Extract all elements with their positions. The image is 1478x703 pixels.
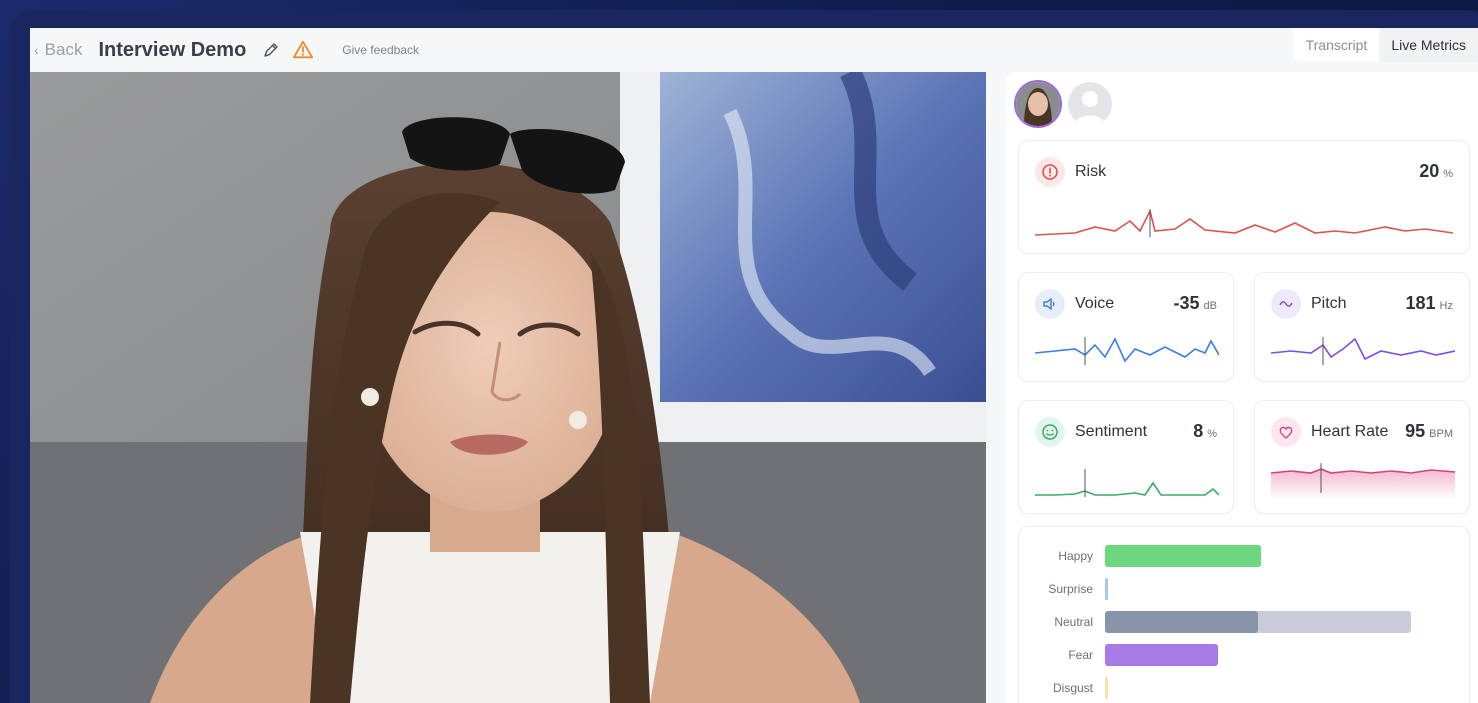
emotion-bar — [1105, 545, 1262, 567]
live-metrics-panel: Risk 20% Voice -35 dB Pitch 181 Hz Senti… — [1006, 72, 1478, 703]
sentiment-sparkline — [1035, 469, 1219, 497]
app-main: ‹ Back Interview Demo Give feedback Tran… — [30, 28, 1478, 703]
wave-icon — [1271, 289, 1301, 319]
smile-icon — [1035, 417, 1065, 447]
risk-card[interactable]: Risk 20% — [1018, 140, 1470, 254]
video-feed — [30, 72, 986, 703]
back-button[interactable]: ‹ Back — [34, 40, 82, 60]
risk-sparkline — [1035, 208, 1453, 237]
pencil-icon[interactable] — [262, 41, 280, 59]
chevron-left-icon: ‹ — [34, 42, 39, 58]
user-icon — [1074, 91, 1106, 126]
avatar[interactable] — [1014, 80, 1062, 128]
view-tabs: Transcript Live Metrics — [1293, 28, 1478, 62]
page-title: Interview Demo — [98, 38, 247, 61]
video-frame — [30, 72, 986, 703]
emotion-bar — [1105, 644, 1219, 666]
speaker-icon — [1035, 289, 1065, 319]
heart-rate-value: 95 BPM — [1405, 421, 1453, 441]
heart-rate-sparkline — [1271, 463, 1455, 499]
emotion-bar — [1105, 677, 1108, 699]
emotion-label: Surprise — [1048, 582, 1093, 596]
emotion-row-disgust: Disgust — [1019, 677, 1469, 699]
pitch-value: 181 Hz — [1405, 293, 1454, 313]
tab-live-metrics[interactable]: Live Metrics — [1379, 28, 1478, 62]
emotion-label: Fear — [1068, 648, 1093, 662]
voice-label: Voice — [1075, 295, 1115, 312]
sentiment-label: Sentiment — [1075, 423, 1148, 440]
participant-photo — [1016, 82, 1060, 126]
voice-card[interactable]: Voice -35 dB — [1018, 272, 1234, 382]
heart-icon — [1271, 417, 1301, 447]
risk-label: Risk — [1075, 163, 1107, 180]
emotion-row-happy: Happy — [1019, 545, 1469, 567]
participant-avatars — [1014, 80, 1112, 128]
give-feedback-link[interactable]: Give feedback — [342, 43, 419, 57]
emotion-bar — [1105, 578, 1109, 600]
alert-circle-icon — [1035, 157, 1065, 187]
emotion-label: Disgust — [1052, 681, 1093, 695]
sentiment-value: 8% — [1193, 421, 1217, 441]
pitch-label: Pitch — [1311, 295, 1347, 312]
emotion-row-neutral: Neutral — [1019, 611, 1469, 633]
avatar-placeholder[interactable] — [1068, 82, 1112, 126]
back-label: Back — [44, 40, 83, 59]
emotion-bar — [1105, 611, 1258, 633]
heart-rate-card[interactable]: Heart Rate 95 BPM — [1254, 400, 1470, 514]
emotion-label: Neutral — [1054, 615, 1093, 629]
risk-value: 20% — [1419, 161, 1453, 181]
pitch-card[interactable]: Pitch 181 Hz — [1254, 272, 1470, 382]
pitch-sparkline — [1271, 337, 1455, 365]
voice-value: -35 dB — [1173, 293, 1217, 313]
tab-transcript[interactable]: Transcript — [1294, 28, 1380, 62]
emotion-label: Happy — [1058, 549, 1093, 563]
heart-rate-label: Heart Rate — [1311, 423, 1389, 440]
sentiment-card[interactable]: Sentiment 8% — [1018, 400, 1234, 514]
emotion-row-fear: Fear — [1019, 644, 1469, 666]
emotion-row-surprise: Surprise — [1019, 578, 1469, 600]
top-bar: ‹ Back Interview Demo Give feedback Tran… — [30, 28, 1478, 72]
voice-sparkline — [1035, 337, 1219, 365]
emotions-card: Happy Surprise Neutral Fear Disgust — [1018, 526, 1470, 703]
warning-icon[interactable] — [292, 39, 314, 61]
